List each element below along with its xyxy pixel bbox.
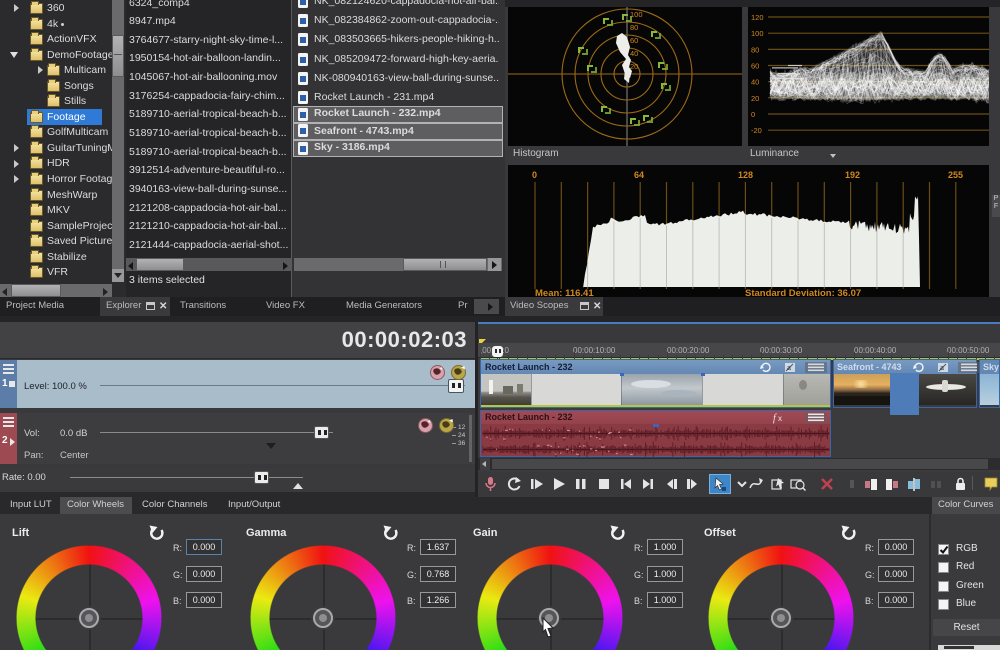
- svg-text:-20: -20: [751, 126, 762, 135]
- svg-text:f: f: [773, 413, 777, 424]
- svg-text:60: 60: [751, 62, 759, 71]
- svg-text:192: 192: [845, 170, 860, 180]
- svg-text:Standard Deviation: 36.07: Standard Deviation: 36.07: [745, 288, 861, 297]
- svg-text:20: 20: [751, 94, 759, 103]
- svg-text:128: 128: [738, 170, 753, 180]
- svg-text:x: x: [778, 414, 782, 423]
- svg-text:60: 60: [630, 36, 638, 45]
- svg-text:100: 100: [751, 29, 764, 38]
- svg-text:40: 40: [630, 49, 638, 58]
- svg-text:255: 255: [948, 170, 963, 180]
- svg-text:120: 120: [751, 13, 764, 22]
- svg-text:a: a: [787, 365, 791, 372]
- svg-text:a: a: [940, 365, 944, 372]
- svg-text:80: 80: [751, 45, 759, 54]
- svg-text:80: 80: [630, 23, 638, 32]
- svg-text:Mean: 116.41: Mean: 116.41: [535, 288, 594, 297]
- svg-text:64: 64: [634, 170, 644, 180]
- svg-text:0: 0: [532, 170, 537, 180]
- svg-text:0: 0: [751, 110, 755, 119]
- svg-text:20: 20: [630, 62, 638, 71]
- svg-text:40: 40: [751, 78, 759, 87]
